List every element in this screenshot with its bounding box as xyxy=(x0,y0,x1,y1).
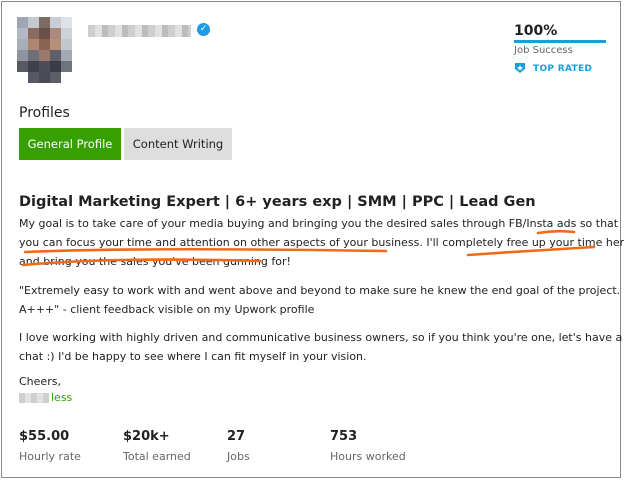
freelancer-name-redacted xyxy=(88,25,191,37)
stat-value: 753 xyxy=(330,429,358,444)
stat-label: Jobs xyxy=(227,450,250,463)
profiles-heading: Profiles xyxy=(19,105,70,121)
closing-text: Cheers, xyxy=(19,375,61,388)
stat-value: $20k+ xyxy=(123,429,170,444)
overview-line: My goal is to take care of your media bu… xyxy=(19,217,619,230)
stat-jobs: 27 Jobs xyxy=(227,429,250,463)
overview-line: and bring you the sales you've been gunn… xyxy=(19,255,291,268)
signature-redacted xyxy=(19,393,49,403)
stat-value: 27 xyxy=(227,429,246,444)
verified-check-icon: ✓ xyxy=(197,23,210,36)
overview-paragraph-3: I love working with highly driven and co… xyxy=(19,328,622,366)
profile-title: Digital Marketing Expert | 6+ years exp … xyxy=(19,194,536,210)
overview-line: A+++" - client feedback visible on my Up… xyxy=(19,303,315,316)
tab-content-writing[interactable]: Content Writing xyxy=(124,128,232,160)
overview-line: "Extremely easy to work with and went ab… xyxy=(19,284,621,297)
top-rated-shield-icon xyxy=(515,63,525,73)
overview-line: chat :) I'd be happy to see where I can … xyxy=(19,350,367,363)
stat-label: Hourly rate xyxy=(19,450,81,463)
stat-total-earned: $20k+ Total earned xyxy=(123,429,191,463)
overview-paragraph-2: "Extremely easy to work with and went ab… xyxy=(19,281,620,319)
job-success-progress-bar xyxy=(514,40,606,43)
stat-label: Total earned xyxy=(123,450,191,463)
stat-hours-worked: 753 Hours worked xyxy=(330,429,406,463)
stat-hourly-rate: $55.00 Hourly rate xyxy=(19,429,81,463)
overview-line: I love working with highly driven and co… xyxy=(19,331,623,344)
overview-line: you can focus your time and attention on… xyxy=(19,236,624,249)
tab-general-profile[interactable]: General Profile xyxy=(19,128,121,160)
avatar[interactable] xyxy=(17,17,73,85)
stat-value: $55.00 xyxy=(19,429,70,444)
stat-label: Hours worked xyxy=(330,450,406,463)
overview-paragraph-1: My goal is to take care of your media bu… xyxy=(19,214,624,271)
job-success-progress-fill xyxy=(514,40,606,43)
signature-suffix: less xyxy=(51,391,73,404)
job-success-value: 100% xyxy=(514,23,558,39)
job-success-label: Job Success xyxy=(514,45,573,56)
top-rated-badge-label: TOP RATED xyxy=(533,64,593,74)
